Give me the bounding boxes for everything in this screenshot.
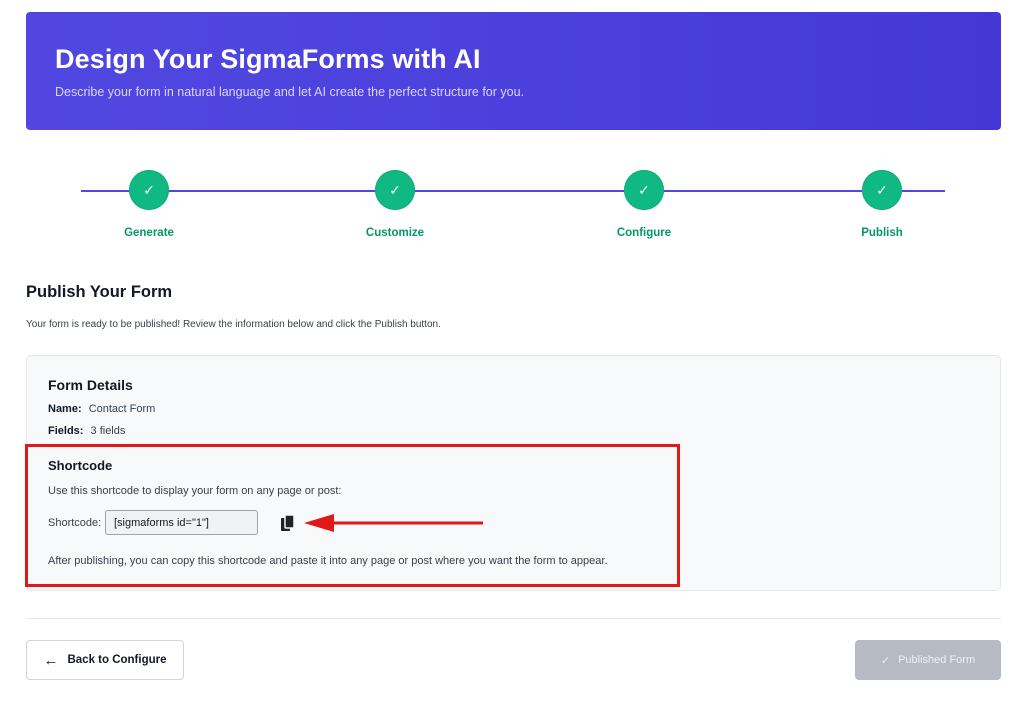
shortcode-title: Shortcode [48,458,113,473]
copy-icon[interactable] [279,514,297,534]
form-fields-label: Fields: [48,425,84,437]
shortcode-label: Shortcode: [48,517,102,529]
form-name-row: Name: Contact Form [48,403,155,415]
check-icon: ✓ [880,654,891,667]
form-details-title: Form Details [48,377,133,393]
page-title: Design Your SigmaForms with AI [55,44,481,74]
footer-divider [26,618,1001,619]
check-icon: ✓ [862,170,902,210]
section-description: Your form is ready to be published! Revi… [26,319,441,330]
check-icon: ✓ [624,170,664,210]
step-publish: ✓ Publish [812,170,952,239]
back-button-label: Back to Configure [67,654,167,666]
shortcode-field[interactable] [105,510,258,535]
shortcode-description: Use this shortcode to display your form … [48,485,342,497]
form-name-label: Name: [48,403,82,415]
section-title: Publish Your Form [26,283,173,301]
form-name-value: Contact Form [88,403,156,415]
form-fields-value: 3 fields [90,425,126,437]
step-label: Publish [861,227,903,239]
progress-stepper: ✓ Generate ✓ Customize ✓ Configure ✓ Pub… [0,170,1024,250]
step-label: Configure [616,227,672,239]
step-customize: ✓ Customize [325,170,465,239]
check-icon: ✓ [129,170,169,210]
hero-banner: Design Your SigmaForms with AI Describe … [26,12,1001,130]
step-generate: ✓ Generate [79,170,219,239]
page-subtitle: Describe your form in natural language a… [55,85,525,99]
annotation-arrow-icon [304,514,483,532]
check-icon: ✓ [375,170,415,210]
form-fields-row: Fields: 3 fields [48,425,125,437]
arrow-left-icon: ← [43,651,59,669]
published-form-button[interactable]: ✓ Published Form [855,640,1001,680]
published-button-label: Published Form [898,654,976,666]
shortcode-note: After publishing, you can copy this shor… [48,555,608,567]
step-label: Generate [124,227,174,239]
step-configure: ✓ Configure [574,170,714,239]
step-label: Customize [365,227,425,239]
back-to-configure-button[interactable]: ← Back to Configure [26,640,184,680]
